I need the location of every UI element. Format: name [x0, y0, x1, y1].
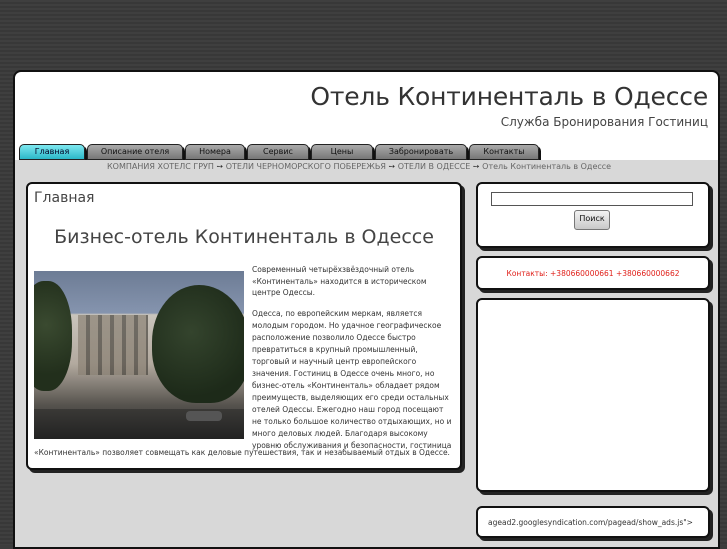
ad-script-url: agead2.googlesyndication.com/pagead/show… [488, 518, 693, 527]
nav-tab-hotel-description[interactable]: Описание отеля [87, 144, 183, 160]
search-input[interactable] [491, 192, 693, 206]
contacts-widget: Контакты: +380660000661 +380660000662 [476, 256, 710, 290]
breadcrumb-link-black-sea-hotels[interactable]: ОТЕЛИ ЧЕРНОМОРСКОГО ПОБЕРЕЖЬЯ [226, 162, 386, 171]
hotel-photo [34, 271, 244, 439]
main-nav: Главная Описание отеля Номера Сервис Цен… [19, 144, 539, 160]
article-tail: «Континенталь» позволяет совмещать как д… [34, 448, 450, 457]
breadcrumb-link-odessa-hotels[interactable]: ОТЕЛИ В ОДЕССЕ [398, 162, 471, 171]
ad-script-url-box: agead2.googlesyndication.com/pagead/show… [476, 506, 710, 538]
content-heading: Главная [34, 190, 95, 206]
contacts-phones: Контакты: +380660000661 +380660000662 [506, 269, 680, 278]
breadcrumb-separator: ➙ [216, 162, 224, 171]
nav-tab-prices[interactable]: Цены [311, 144, 373, 160]
breadcrumb-separator: ➙ [388, 162, 396, 171]
search-widget: Поиск [476, 182, 710, 248]
article-body: Одесса, по европейским меркам, является … [252, 309, 452, 450]
ad-placeholder [476, 298, 710, 492]
nav-tab-home[interactable]: Главная [19, 144, 85, 160]
nav-tab-rooms[interactable]: Номера [185, 144, 245, 160]
site-subtitle: Служба Бронирования Гостиниц [500, 115, 708, 129]
breadcrumb: КОМПАНИЯ ХОТЕЛС ГРУП ➙ ОТЕЛИ ЧЕРНОМОРСКО… [107, 162, 611, 171]
search-button[interactable]: Поиск [574, 210, 610, 230]
nav-tab-booking[interactable]: Забронировать [375, 144, 467, 160]
main-content-box: Главная Бизнес-отель Континенталь в Одес… [26, 182, 462, 470]
site-title: Отель Континенталь в Одессе [310, 82, 708, 111]
breadcrumb-current: Отель Континенталь в Одессе [482, 162, 612, 171]
article-intro: Современный четырёхзвёздочный отель «Кон… [252, 265, 427, 297]
nav-tab-contacts[interactable]: Контакты [469, 144, 539, 160]
nav-tab-service[interactable]: Сервис [247, 144, 309, 160]
article-title: Бизнес-отель Континенталь в Одессе [54, 226, 434, 248]
breadcrumb-separator: ➙ [472, 162, 480, 171]
breadcrumb-link-company[interactable]: КОМПАНИЯ ХОТЕЛС ГРУП [107, 162, 214, 171]
page-container: Отель Континенталь в Одессе Служба Брони… [13, 70, 720, 549]
